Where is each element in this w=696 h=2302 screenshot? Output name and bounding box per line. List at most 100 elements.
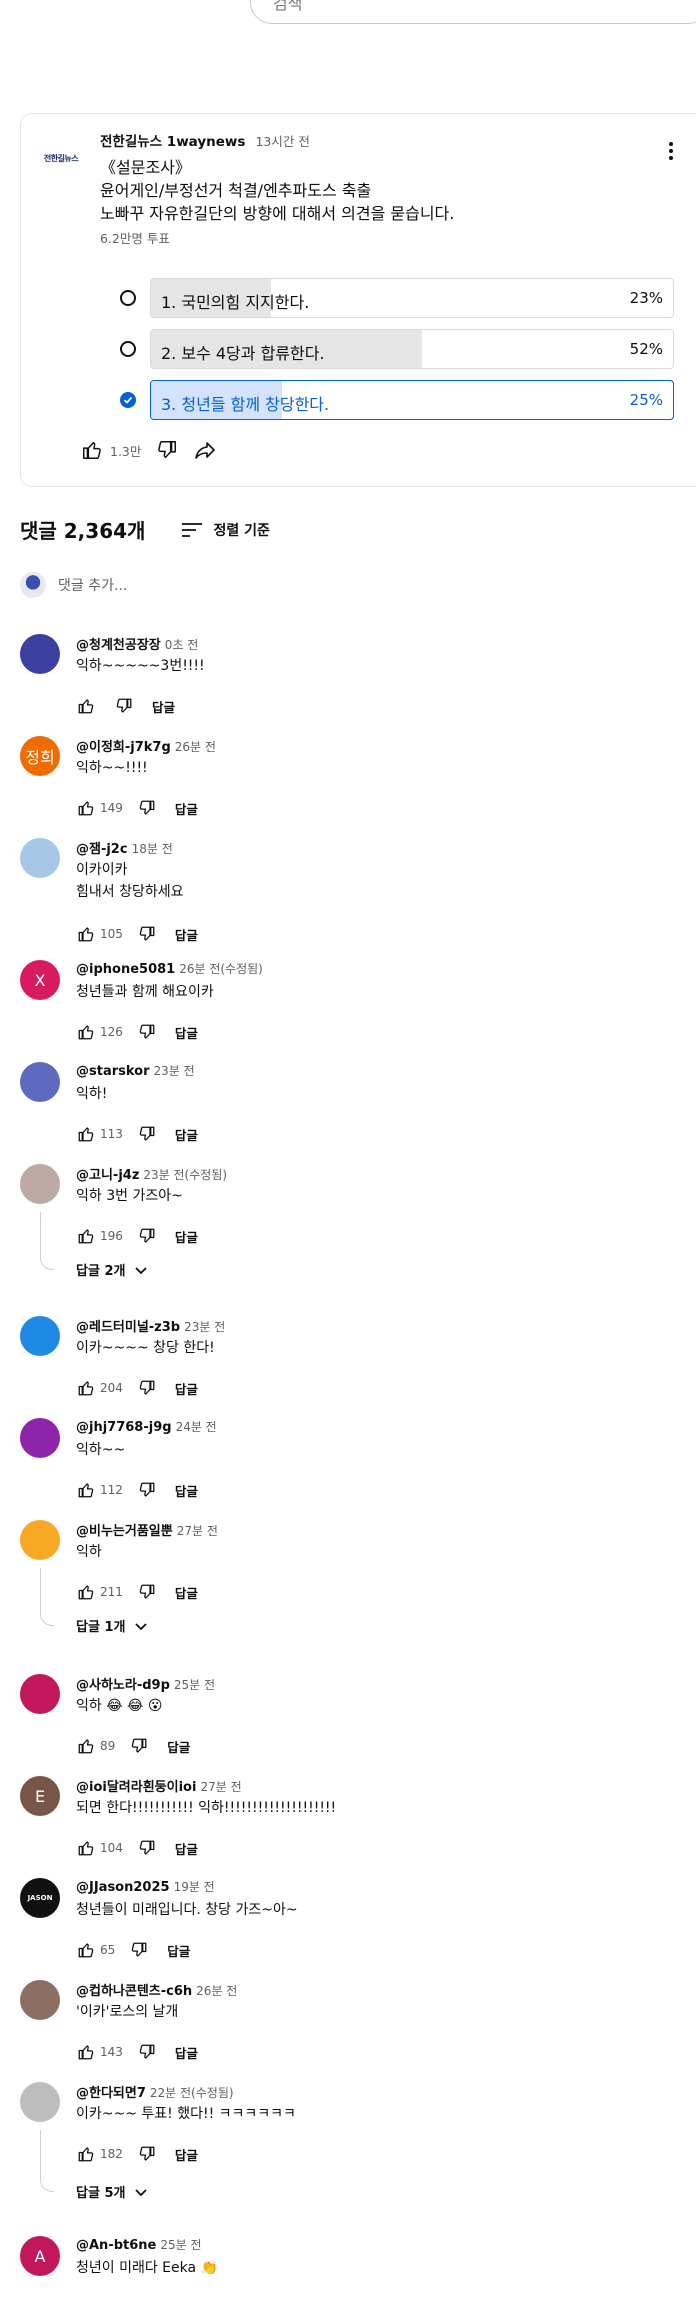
- comment-time[interactable]: 26분 전: [175, 738, 216, 755]
- comment-avatar[interactable]: [20, 2082, 60, 2122]
- like-icon[interactable]: [76, 1940, 96, 1960]
- comment-author[interactable]: @비누는거품일뿐: [76, 1520, 173, 1539]
- comment-time[interactable]: 25분 전: [174, 1676, 215, 1693]
- reply-button[interactable]: 답글: [175, 1023, 198, 1042]
- reply-button[interactable]: 답글: [175, 2145, 198, 2164]
- comment-avatar[interactable]: [20, 838, 60, 878]
- comment-author[interactable]: @An-bt6ne: [76, 2238, 156, 2253]
- comment-time[interactable]: 24분 전: [176, 1418, 217, 1435]
- reply-button[interactable]: 답글: [175, 1227, 198, 1246]
- comment-author[interactable]: @레드터미널-z3b: [76, 1316, 180, 1335]
- comment-avatar[interactable]: [20, 1674, 60, 1714]
- like-icon[interactable]: [76, 1226, 96, 1246]
- reply-button[interactable]: 답글: [175, 1839, 198, 1858]
- reply-button[interactable]: 답글: [167, 1737, 190, 1756]
- reply-button[interactable]: 답글: [175, 925, 198, 944]
- comment-avatar[interactable]: JASON: [20, 1878, 60, 1918]
- sort-button[interactable]: 정렬 기준: [181, 520, 270, 540]
- like-icon[interactable]: [76, 2042, 96, 2062]
- like-icon[interactable]: [76, 1124, 96, 1144]
- comment-time[interactable]: 22분 전(수정됨): [150, 2084, 234, 2101]
- reply-button[interactable]: 답글: [175, 1125, 198, 1144]
- comment-avatar[interactable]: [20, 1316, 60, 1356]
- comment-author[interactable]: @jhj7768-j9g: [76, 1420, 172, 1435]
- comment-time[interactable]: 27분 전: [177, 1522, 218, 1539]
- dislike-icon[interactable]: [137, 1838, 157, 1858]
- like-icon[interactable]: [76, 1378, 96, 1398]
- reply-button[interactable]: 답글: [175, 1481, 198, 1500]
- comment-author[interactable]: @이정희-j7k7g: [76, 736, 171, 755]
- search-input[interactable]: 검색: [250, 0, 696, 24]
- dislike-icon[interactable]: [137, 798, 157, 818]
- dislike-icon[interactable]: [137, 2144, 157, 2164]
- dislike-icon[interactable]: [137, 1582, 157, 1602]
- comment-time[interactable]: 23분 전: [184, 1318, 225, 1335]
- comment-avatar[interactable]: [20, 1980, 60, 2020]
- dislike-icon[interactable]: [155, 438, 179, 462]
- reply-button[interactable]: 답글: [152, 697, 175, 716]
- like-icon[interactable]: [80, 438, 104, 462]
- dislike-icon[interactable]: [137, 2042, 157, 2062]
- like-icon[interactable]: [76, 1736, 96, 1756]
- comment-time[interactable]: 25분 전: [160, 2236, 201, 2253]
- dislike-icon[interactable]: [137, 1378, 157, 1398]
- reply-button[interactable]: 답글: [175, 1379, 198, 1398]
- more-options-icon[interactable]: [667, 142, 675, 166]
- dislike-icon[interactable]: [114, 696, 134, 716]
- reply-button[interactable]: 답글: [175, 2043, 198, 2062]
- comment-time[interactable]: 23분 전(수정됨): [143, 1166, 227, 1183]
- comment-avatar[interactable]: [20, 1520, 60, 1560]
- dislike-icon[interactable]: [129, 1940, 149, 1960]
- reply-button[interactable]: 답글: [175, 799, 198, 818]
- comment-author[interactable]: @iphone5081: [76, 962, 175, 977]
- post-channel-name[interactable]: 전한길뉴스 1waynews: [100, 130, 245, 150]
- view-replies-button[interactable]: 답글 5개: [76, 2182, 149, 2201]
- comment-avatar[interactable]: E: [20, 1776, 60, 1816]
- dislike-icon[interactable]: [137, 1124, 157, 1144]
- comment-avatar[interactable]: [20, 1062, 60, 1102]
- comment-avatar[interactable]: [20, 1164, 60, 1204]
- reply-button[interactable]: 답글: [175, 1583, 198, 1602]
- comment-author[interactable]: @청계천공장장: [76, 634, 161, 653]
- comment-time[interactable]: 26분 전: [196, 1982, 237, 1999]
- comment-avatar[interactable]: X: [20, 960, 60, 1000]
- dislike-icon[interactable]: [137, 1480, 157, 1500]
- comment-time[interactable]: 19분 전: [174, 1878, 215, 1895]
- comment-author[interactable]: @starskor: [76, 1064, 150, 1079]
- comment-avatar[interactable]: [20, 634, 60, 674]
- channel-avatar[interactable]: 전한길뉴스: [41, 138, 81, 178]
- comment-author[interactable]: @한다되면7: [76, 2082, 146, 2101]
- comment-author[interactable]: @고니-j4z: [76, 1164, 139, 1183]
- comment-author[interactable]: @잼-j2c: [76, 838, 128, 857]
- comment-author[interactable]: @JJason2025: [76, 1880, 170, 1895]
- dislike-icon[interactable]: [137, 924, 157, 944]
- like-icon[interactable]: [76, 1838, 96, 1858]
- dislike-icon[interactable]: [137, 1226, 157, 1246]
- like-icon[interactable]: [76, 798, 96, 818]
- comment-time[interactable]: 27분 전: [200, 1778, 241, 1795]
- like-icon[interactable]: [76, 1022, 96, 1042]
- like-icon[interactable]: [76, 696, 96, 716]
- comment-author[interactable]: @컵하나콘텐츠-c6h: [76, 1980, 192, 1999]
- poll-option-2[interactable]: 2. 보수 4당과 합류한다. 52%: [100, 329, 674, 369]
- like-icon[interactable]: [76, 1582, 96, 1602]
- like-icon[interactable]: [76, 1480, 96, 1500]
- comment-time[interactable]: 18분 전: [132, 840, 173, 857]
- comment-avatar[interactable]: [20, 1418, 60, 1458]
- like-icon[interactable]: [76, 2144, 96, 2164]
- view-replies-button[interactable]: 답글 2개: [76, 1260, 149, 1279]
- comment-author[interactable]: @사하노라-d9p: [76, 1674, 170, 1693]
- post-time[interactable]: 13시간 전: [255, 131, 309, 150]
- like-icon[interactable]: [76, 924, 96, 944]
- add-comment-field[interactable]: 댓글 추가...: [20, 572, 696, 598]
- comment-time[interactable]: 0초 전: [165, 636, 199, 653]
- share-icon[interactable]: [193, 438, 217, 462]
- dislike-icon[interactable]: [129, 1736, 149, 1756]
- reply-button[interactable]: 답글: [167, 1941, 190, 1960]
- view-replies-button[interactable]: 답글 1개: [76, 1616, 149, 1635]
- poll-option-3[interactable]: 3. 청년들 함께 창당한다. 25%: [100, 380, 674, 420]
- comment-author[interactable]: @ioi달려라횐둥이ioi: [76, 1776, 196, 1795]
- comment-avatar[interactable]: A: [20, 2236, 60, 2276]
- comment-time[interactable]: 26분 전(수정됨): [179, 960, 263, 977]
- dislike-icon[interactable]: [137, 1022, 157, 1042]
